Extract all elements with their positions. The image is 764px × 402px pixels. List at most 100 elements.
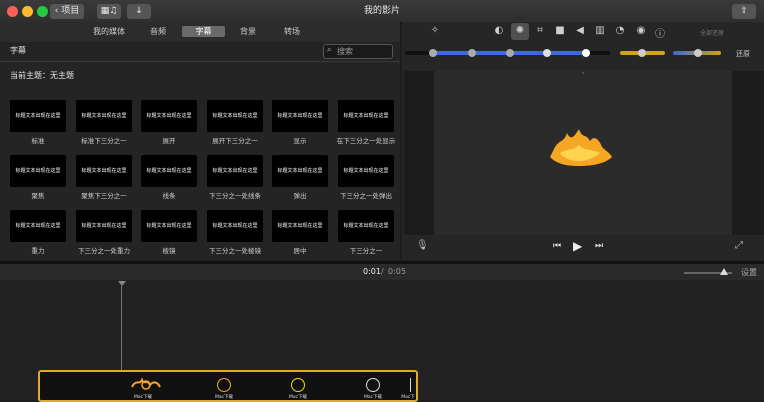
viewer-letterbox-left: [404, 71, 434, 235]
tab-my-media[interactable]: 我的媒体: [88, 26, 130, 37]
thumbnail-text: 标题文本出现在这里: [343, 168, 389, 174]
title-thumbnail[interactable]: 标题文本出现在这里: [338, 155, 394, 187]
stabilization-icon[interactable]: ■: [553, 25, 567, 36]
tab-backgrounds[interactable]: 背景: [232, 26, 264, 37]
title-thumbnail[interactable]: 标题文本出现在这里: [141, 155, 197, 187]
temperature-handle[interactable]: [694, 49, 702, 57]
title-label: 下三分之一: [349, 247, 383, 255]
info-icon[interactable]: ⓘ: [653, 25, 667, 40]
title-label: 下三分之一处线条: [209, 192, 261, 200]
playhead-marker[interactable]: [118, 281, 126, 286]
title-thumbnail[interactable]: 标题文本出现在这里: [10, 210, 66, 242]
clip-logo-icon: [291, 378, 305, 392]
viewer-letterbox-right: [732, 71, 764, 235]
title-thumbnail[interactable]: 标题文本出现在这里: [338, 210, 394, 242]
title-thumbnail[interactable]: 标题文本出现在这里: [207, 210, 263, 242]
title-thumbnail[interactable]: 标题文本出现在这里: [76, 210, 132, 242]
title-label: 聚焦下三分之一: [81, 192, 127, 200]
clip-label: Mac下: [401, 395, 415, 400]
title-label: 标准下三分之一: [81, 137, 127, 145]
divider: [0, 61, 400, 62]
auto-label: 全部还原: [700, 30, 725, 37]
title-thumbnail[interactable]: 标题文本出现在这里: [141, 210, 197, 242]
title-thumbnail[interactable]: 标题文本出现在这里: [207, 155, 263, 187]
saturation-handle[interactable]: [638, 49, 646, 57]
title-thumbnail[interactable]: 标题文本出现在这里: [272, 100, 328, 132]
thumbnail-text: 标题文本出现在这里: [277, 113, 323, 119]
tab-transitions[interactable]: 转场: [276, 26, 308, 37]
title-label: 聚焦: [31, 192, 45, 200]
clip-logo-icon: [366, 378, 380, 392]
import-button[interactable]: ↓: [127, 4, 151, 19]
title-label: 弹出: [293, 192, 307, 200]
title-label: 下三分之一处弹出: [340, 192, 392, 200]
film-music-icon: ▦♫: [100, 6, 118, 16]
video-preview: [434, 71, 732, 235]
tab-audio[interactable]: 音频: [142, 26, 174, 37]
reset-button[interactable]: 还原: [736, 49, 750, 59]
title-thumbnail[interactable]: 标题文本出现在这里: [141, 100, 197, 132]
current-theme-label: 当前主题：无主题: [10, 71, 74, 80]
title-label: 展开下三分之一: [212, 137, 258, 145]
crop-icon[interactable]: ⌗: [533, 25, 547, 36]
title-label: 下三分之一处重力: [78, 247, 130, 255]
search-input[interactable]: [323, 44, 393, 59]
black-point-handle[interactable]: [429, 49, 437, 57]
title-label: 重力: [31, 247, 45, 255]
time-separator: /: [381, 267, 384, 276]
title-label: 显示: [293, 137, 307, 145]
skip-forward-icon[interactable]: ⏭︎: [595, 241, 603, 251]
skip-back-icon[interactable]: ⏮︎: [553, 241, 561, 251]
microphone-icon[interactable]: 🎙︎: [416, 240, 429, 251]
title-label: 棱镜: [162, 247, 176, 255]
thumbnail-text: 标题文本出现在这里: [15, 223, 61, 229]
noise-reduction-icon[interactable]: ▥: [593, 25, 607, 36]
zoom-window-button[interactable]: [37, 6, 48, 17]
total-time: 0:05: [388, 267, 406, 276]
speed-icon[interactable]: ◔: [613, 25, 627, 36]
back-to-projects-button[interactable]: ‹ 项目: [50, 4, 84, 19]
share-button[interactable]: ⇧: [732, 4, 756, 19]
fullscreen-icon[interactable]: ⤢: [735, 240, 743, 251]
midtone-handle[interactable]: [506, 49, 514, 57]
category-title: 字幕: [10, 46, 26, 55]
clip-label: Mac下载: [288, 395, 308, 400]
play-icon[interactable]: ▶: [573, 239, 582, 253]
color-correction-icon[interactable]: ✺: [513, 25, 527, 36]
filter-icon[interactable]: ◉: [634, 25, 648, 36]
thumbnail-text: 标题文本出现在这里: [277, 168, 323, 174]
title-thumbnail[interactable]: 标题文本出现在这里: [207, 100, 263, 132]
thumbnail-text: 标题文本出现在这里: [343, 113, 389, 119]
title-label: 标准: [31, 137, 45, 145]
magic-wand-icon[interactable]: ✧: [428, 25, 442, 36]
title-thumbnail[interactable]: 标题文本出现在这里: [76, 155, 132, 187]
color-balance-icon[interactable]: ◐: [492, 25, 506, 36]
title-thumbnail[interactable]: 标题文本出现在这里: [10, 100, 66, 132]
zoom-slider-handle[interactable]: [720, 268, 728, 275]
clip-label: Mac下载: [133, 395, 153, 400]
thumbnail-text: 标题文本出现在这里: [15, 113, 61, 119]
title-thumbnail[interactable]: 标题文本出现在这里: [10, 155, 66, 187]
close-window-button[interactable]: [7, 6, 18, 17]
title-label: 下三分之一处棱镜: [209, 247, 261, 255]
settings-button[interactable]: 设置: [741, 267, 757, 278]
title-thumbnail[interactable]: 标题文本出现在这里: [76, 100, 132, 132]
thumbnail-text: 标题文本出现在这里: [212, 223, 258, 229]
volume-icon[interactable]: ◀: [573, 25, 587, 36]
thumbnail-text: 标题文本出现在这里: [212, 168, 258, 174]
title-thumbnail[interactable]: 标题文本出现在这里: [338, 100, 394, 132]
tab-titles[interactable]: 字幕: [182, 26, 225, 37]
title-thumbnail[interactable]: 标题文本出现在这里: [272, 155, 328, 187]
media-library-button[interactable]: ▦♫: [97, 4, 121, 19]
title-thumbnail[interactable]: 标题文本出现在这里: [272, 210, 328, 242]
highlight-handle[interactable]: [543, 49, 551, 57]
title-label: 居中: [293, 247, 307, 255]
share-icon: ⇧: [740, 6, 748, 16]
shadow-handle[interactable]: [468, 49, 476, 57]
back-button-label: 项目: [61, 6, 80, 16]
clip-label: Mac下载: [214, 395, 234, 400]
thumbnail-text: 标题文本出现在这里: [81, 168, 127, 174]
search-icon: ⌕: [327, 45, 332, 54]
white-point-handle[interactable]: [582, 49, 590, 57]
minimize-window-button[interactable]: [22, 6, 33, 17]
